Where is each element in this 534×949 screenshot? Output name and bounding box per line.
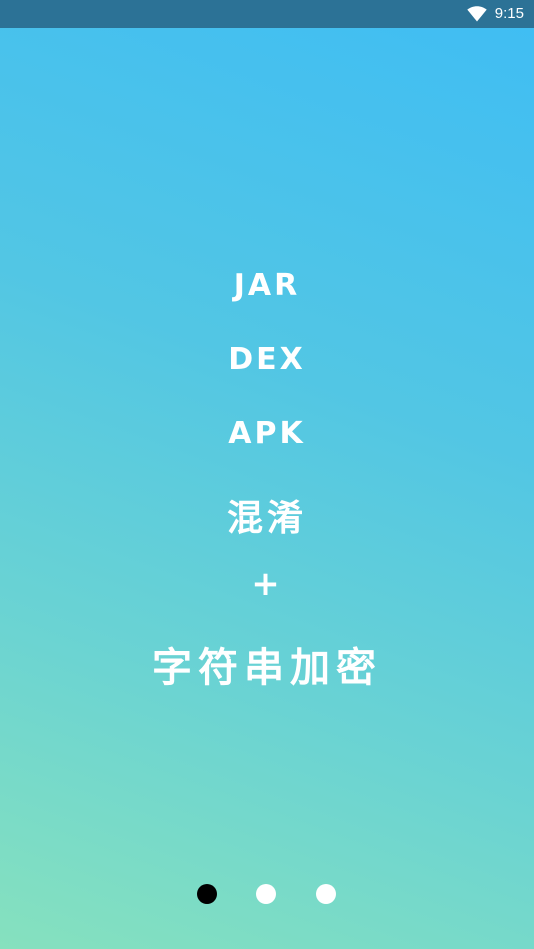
status-bar-right: 9:15 [467,0,524,28]
slide-line-jar: JAR [233,268,301,303]
status-bar: 9:15 [0,0,534,28]
wifi-icon [467,6,487,22]
onboarding-screen[interactable]: 9:15 JAR DEX APK 混淆 + 字符串加密 [0,0,534,949]
page-indicator-dot-2[interactable] [256,884,276,904]
status-time: 9:15 [494,5,524,22]
slide-line-obfuscation: 混淆 [226,498,307,539]
page-indicator-dot-1[interactable] [197,884,217,904]
slide-line-string-encryption: 字符串加密 [152,645,382,691]
slide-line-plus: + [251,564,283,604]
page-indicator-dot-3[interactable] [316,884,336,904]
slide-line-dex: DEX [228,342,306,377]
page-indicator [0,884,534,904]
slide-line-apk: APK [228,416,306,451]
